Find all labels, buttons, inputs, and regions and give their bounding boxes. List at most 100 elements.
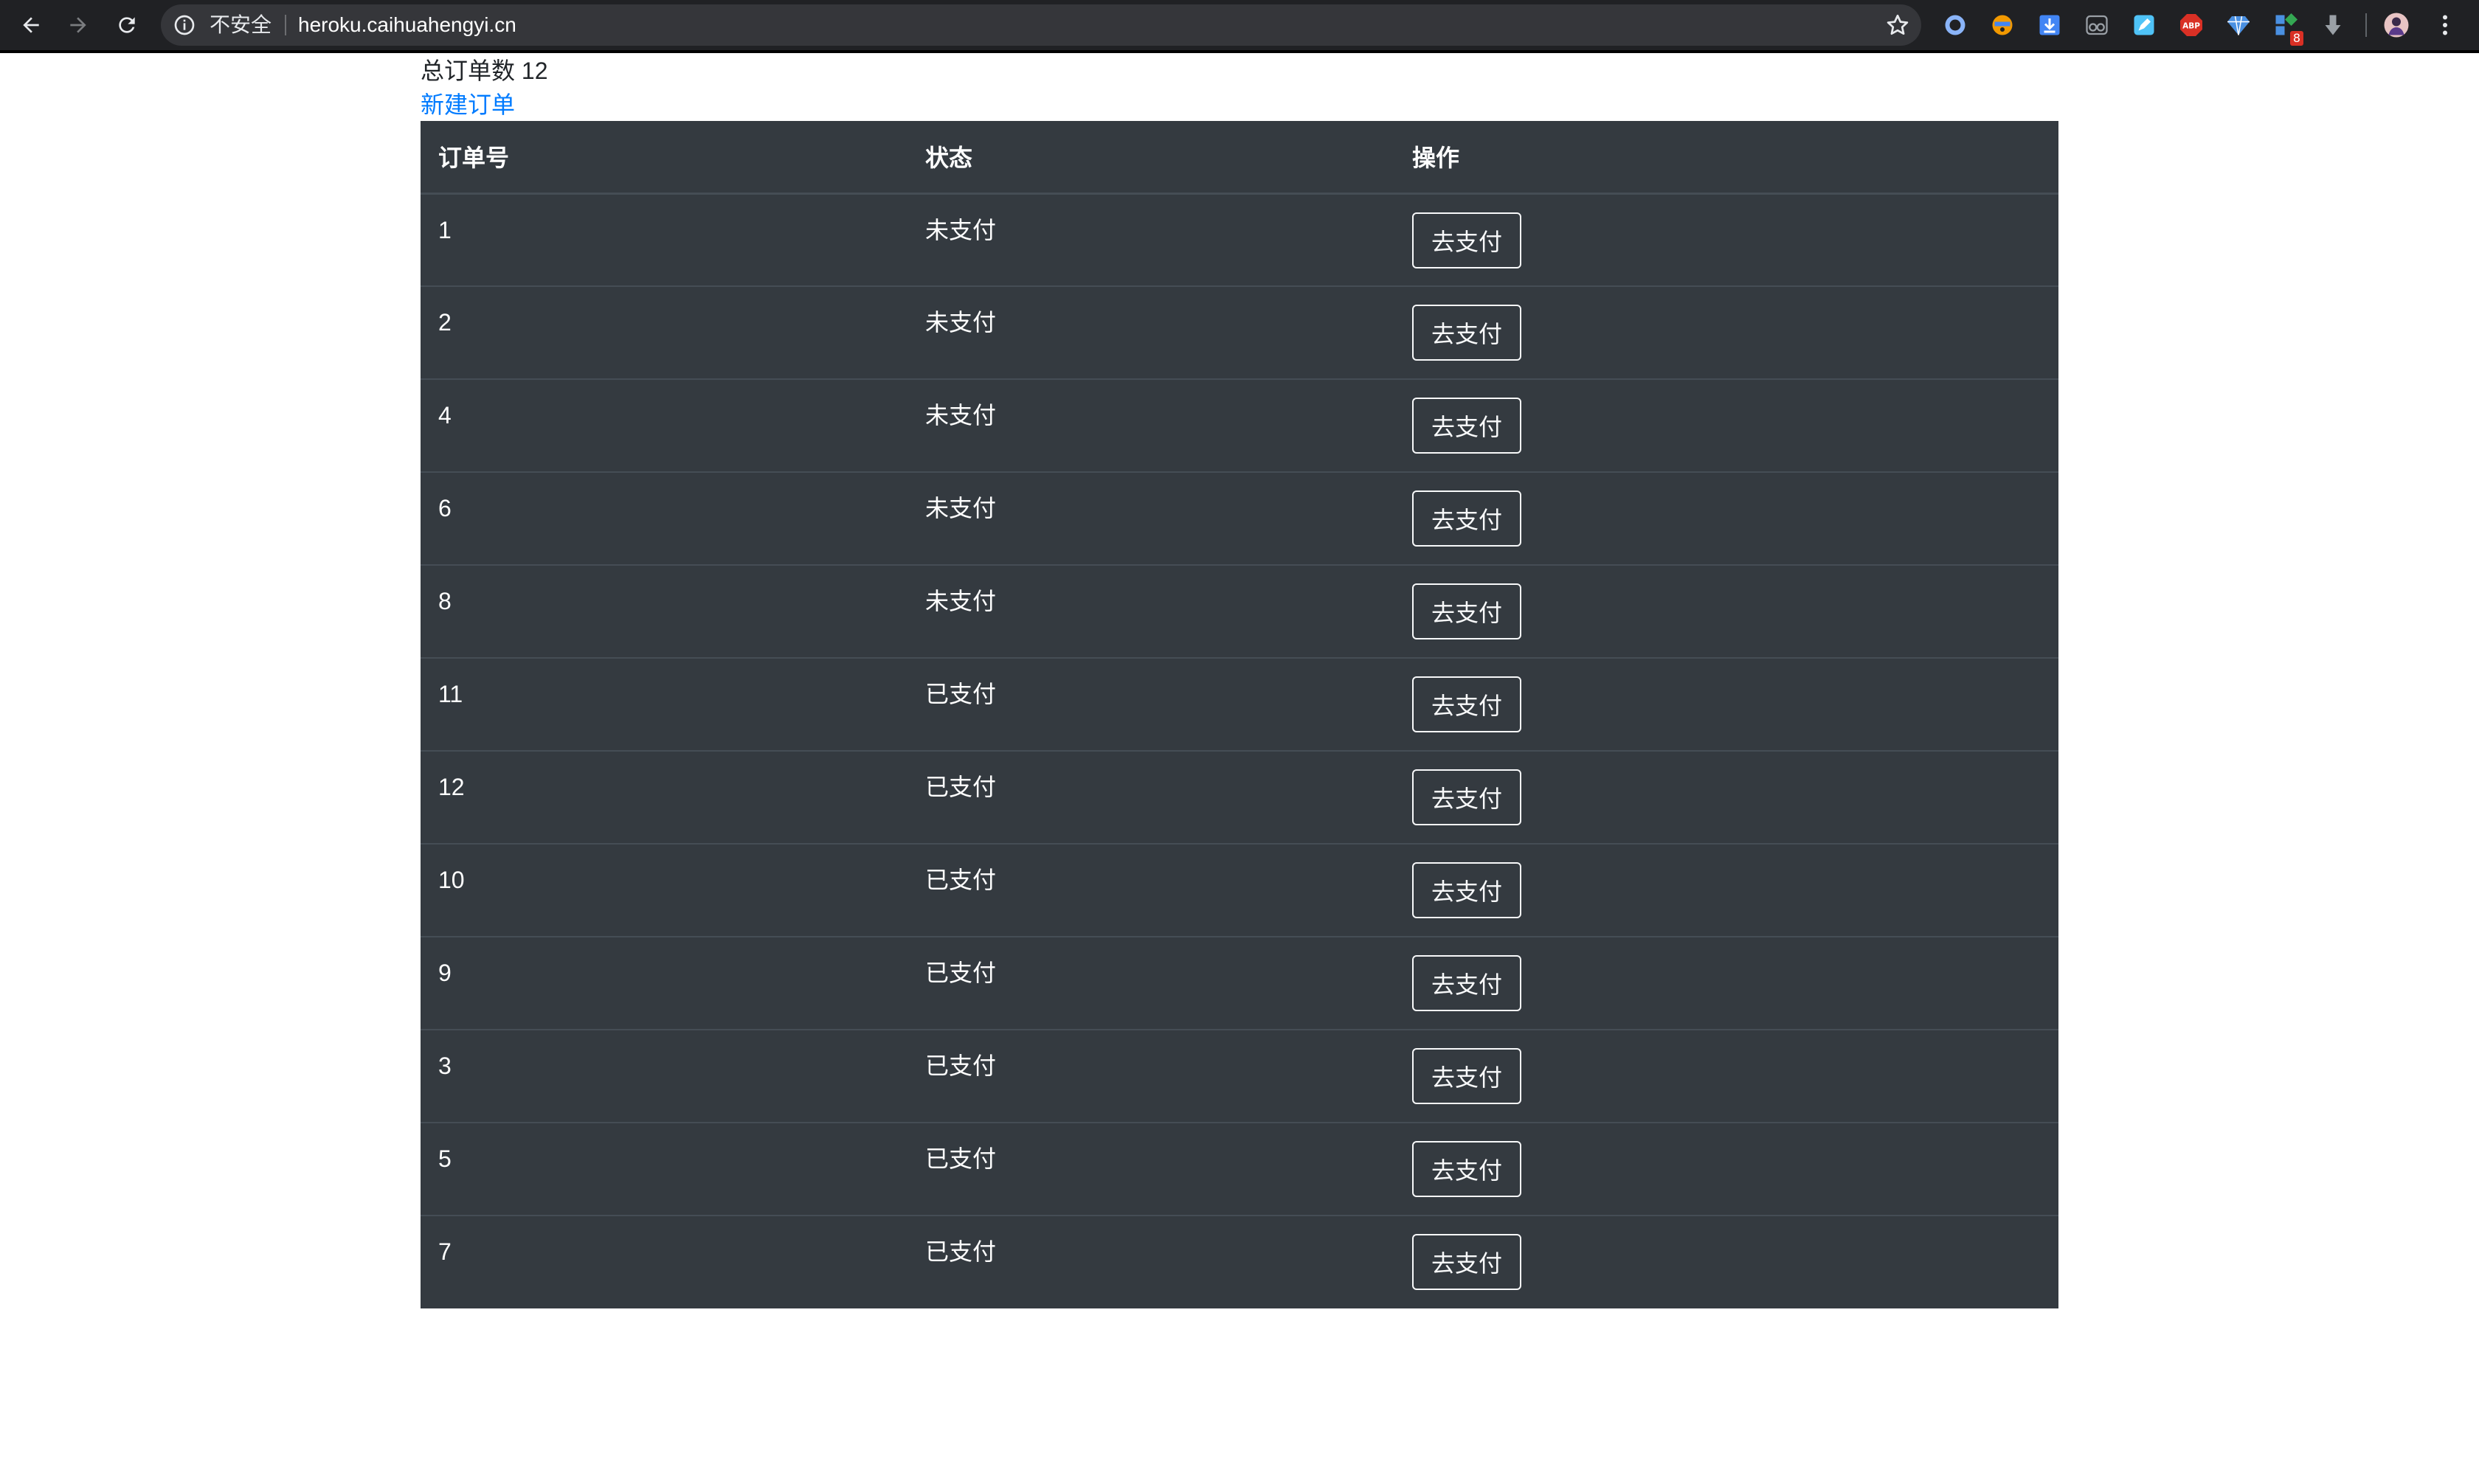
page-content: 总订单数 12 新建订单 订单号 状态 操作 1 未支付 去支付 2 未支付 去支付 4 未支… [421,56,2058,1308]
arrow-down-extension-icon[interactable] [2320,12,2346,38]
order-status: 未支付 [925,402,997,429]
order-id-cell: 4 [421,378,907,472]
circle-extension-icon[interactable] [1942,12,1968,38]
back-button[interactable] [15,9,47,41]
action-cell: 去支付 [1394,471,2058,565]
glasses-extension-icon[interactable] [2084,12,2110,38]
order-id-cell: 1 [421,193,907,286]
pay-button[interactable]: 去支付 [1412,1234,1521,1290]
table-row: 11 已支付 去支付 [421,657,2058,751]
action-cell: 去支付 [1394,564,2058,658]
avatar[interactable] [2383,12,2410,38]
order-status: 已支付 [925,867,997,893]
pay-button[interactable]: 去支付 [1412,1141,1521,1197]
order-status: 未支付 [925,216,997,243]
order-id: 12 [438,774,465,800]
status-cell: 已支付 [907,750,1394,844]
status-cell: 已支付 [907,1122,1394,1216]
arrow-right-icon [70,17,86,33]
pay-button[interactable]: 去支付 [1412,769,1521,825]
table-row: 7 已支付 去支付 [421,1215,2058,1308]
security-label[interactable]: 不安全 [210,4,272,46]
url-text[interactable]: heroku.caihuahengyi.cn [298,4,516,46]
order-id: 10 [438,867,465,893]
adblock-extension-icon[interactable]: ABP [2178,12,2205,38]
order-id: 1 [438,216,452,243]
pay-button[interactable]: 去支付 [1412,862,1521,918]
orders-table: 订单号 状态 操作 1 未支付 去支付 2 未支付 去支付 4 未支付 去支付 6 未支付 去支付 8 未… [421,121,2058,1308]
info-icon[interactable] [173,13,196,37]
table-row: 8 未支付 去支付 [421,564,2058,658]
order-status: 已支付 [925,681,997,707]
order-id-cell: 9 [421,936,907,1030]
order-status: 未支付 [925,588,997,614]
table-row: 2 未支付 去支付 [421,285,2058,379]
download-extension-icon[interactable] [2036,12,2063,38]
table-row: 6 未支付 去支付 [421,471,2058,565]
order-id: 4 [438,402,452,429]
pay-button[interactable]: 去支付 [1412,583,1521,639]
status-cell: 未支付 [907,285,1394,379]
header-action: 操作 [1394,121,2058,195]
order-id: 6 [438,495,452,521]
toolbar-divider [2365,13,2367,37]
pay-button[interactable]: 去支付 [1412,305,1521,361]
table-row: 4 未支付 去支付 [421,378,2058,472]
status-cell: 未支付 [907,564,1394,658]
status-cell: 已支付 [907,657,1394,751]
reload-icon [119,17,135,33]
table-row: 12 已支付 去支付 [421,750,2058,844]
pay-button[interactable]: 去支付 [1412,676,1521,732]
order-id: 9 [438,960,452,986]
status-cell: 未支付 [907,471,1394,565]
table-row: 10 已支付 去支付 [421,843,2058,937]
pay-button[interactable]: 去支付 [1412,1048,1521,1104]
address-bar[interactable]: 不安全 heroku.caihuahengyi.cn [161,4,1921,46]
pen-extension-icon[interactable] [2131,12,2157,38]
action-cell: 去支付 [1394,843,2058,937]
order-id: 3 [438,1053,452,1079]
order-id-cell: 10 [421,843,907,937]
action-cell: 去支付 [1394,1215,2058,1308]
action-cell: 去支付 [1394,750,2058,844]
order-status: 已支付 [925,1145,997,1172]
order-id: 11 [438,681,463,707]
status-cell: 已支付 [907,843,1394,937]
order-id-cell: 2 [421,285,907,379]
order-status: 已支付 [925,960,997,986]
reload-button[interactable] [111,9,143,41]
status-cell: 已支付 [907,1029,1394,1123]
grid-extension-icon[interactable]: 8 [2272,12,2303,46]
order-id-cell: 12 [421,750,907,844]
omnibox-divider [285,15,286,35]
table-row: 1 未支付 去支付 [421,193,2058,286]
table-row: 5 已支付 去支付 [421,1122,2058,1216]
order-id: 7 [438,1238,452,1265]
order-status: 已支付 [925,1238,997,1265]
order-id-cell: 3 [421,1029,907,1123]
bookmark-star-icon[interactable] [1884,12,1911,38]
forward-button[interactable] [62,9,94,41]
order-id-cell: 5 [421,1122,907,1216]
order-id: 5 [438,1145,452,1172]
status-cell: 未支付 [907,193,1394,286]
pay-button[interactable]: 去支付 [1412,212,1521,268]
emoji-extension-icon[interactable] [1989,12,2016,38]
pay-button[interactable]: 去支付 [1412,955,1521,1011]
new-order-link[interactable]: 新建订单 [421,90,515,119]
order-id: 8 [438,588,452,614]
pay-button[interactable]: 去支付 [1412,490,1521,547]
diamond-extension-icon[interactable] [2225,12,2252,38]
pay-button[interactable]: 去支付 [1412,398,1521,454]
order-status: 未支付 [925,309,997,336]
more-menu-icon[interactable] [2432,12,2458,38]
order-status: 已支付 [925,774,997,800]
action-cell: 去支付 [1394,936,2058,1030]
order-status: 已支付 [925,1053,997,1079]
order-status: 未支付 [925,495,997,521]
action-cell: 去支付 [1394,1122,2058,1216]
action-cell: 去支付 [1394,1029,2058,1123]
action-cell: 去支付 [1394,193,2058,286]
action-cell: 去支付 [1394,378,2058,472]
table-row: 9 已支付 去支付 [421,936,2058,1030]
